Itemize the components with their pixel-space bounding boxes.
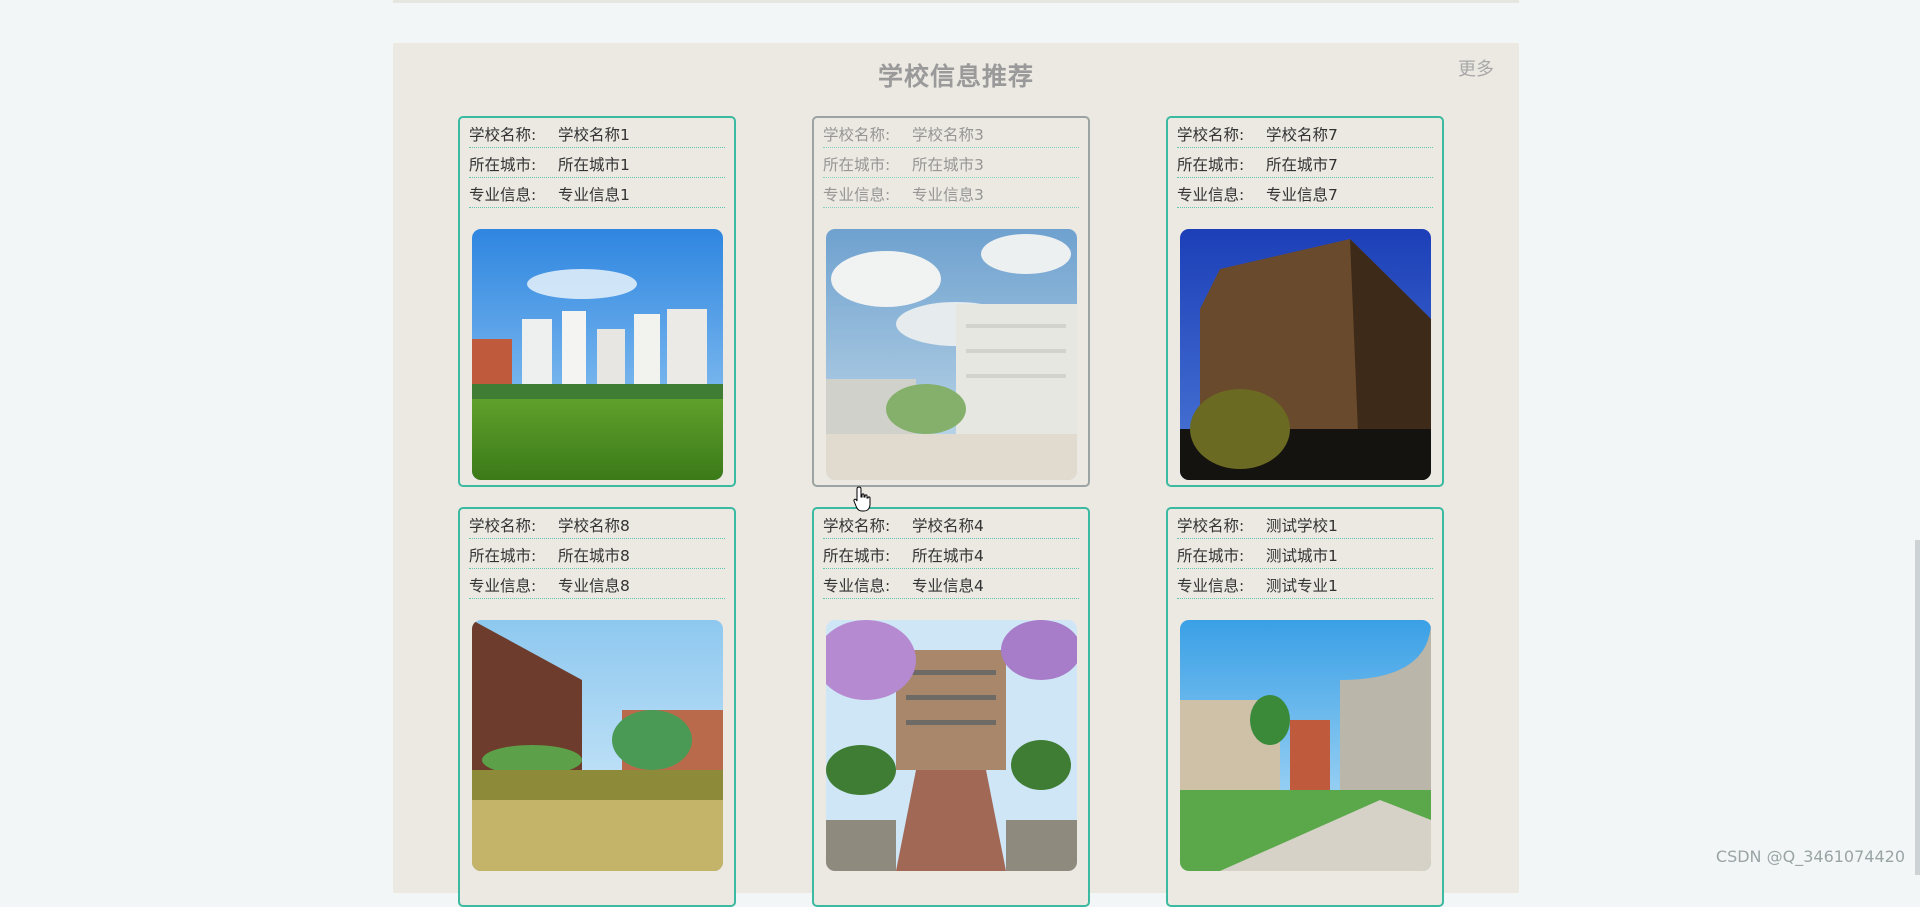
school-name: 学校名称8: [558, 517, 630, 535]
field-label: 学校名称:: [823, 509, 912, 543]
field-label: 专业信息:: [1177, 569, 1266, 603]
hand-cursor-icon: [853, 486, 873, 512]
major-row: 专业信息:专业信息4: [823, 569, 1079, 599]
more-link[interactable]: 更多: [1458, 55, 1494, 81]
school-card[interactable]: 学校名称:学校名称7 所在城市:所在城市7 专业信息:专业信息7: [1166, 116, 1444, 487]
field-label: 学校名称:: [469, 509, 558, 543]
school-photo[interactable]: [472, 229, 723, 480]
school-name-row: 学校名称:学校名称1: [469, 118, 725, 148]
major-row: 专业信息:专业信息8: [469, 569, 725, 599]
school-name: 学校名称7: [1266, 126, 1338, 144]
school-name: 测试学校1: [1266, 517, 1338, 535]
school-name: 学校名称3: [912, 126, 984, 144]
city-value: 测试城市1: [1266, 547, 1338, 565]
school-card[interactable]: 学校名称:测试学校1 所在城市:测试城市1 专业信息:测试专业1: [1166, 507, 1444, 907]
field-label: 专业信息:: [823, 569, 912, 603]
school-name-row: 学校名称:测试学校1: [1177, 509, 1433, 539]
major-value: 专业信息4: [912, 577, 984, 595]
field-label: 专业信息:: [469, 569, 558, 603]
field-label: 所在城市:: [823, 539, 912, 573]
school-recommend-section: 学校信息推荐 更多 学校名称:学校名称1 所在城市:所在城市1 专业信息:专业信…: [393, 43, 1519, 893]
school-name-row: 学校名称:学校名称4: [823, 509, 1079, 539]
field-label: 专业信息:: [1177, 178, 1266, 212]
city-value: 所在城市8: [558, 547, 630, 565]
city-value: 所在城市4: [912, 547, 984, 565]
major-row: 专业信息:专业信息7: [1177, 178, 1433, 208]
field-label: 学校名称:: [1177, 509, 1266, 543]
major-row: 专业信息:专业信息1: [469, 178, 725, 208]
school-card[interactable]: 学校名称:学校名称1 所在城市:所在城市1 专业信息:专业信息1: [458, 116, 736, 487]
field-label: 学校名称:: [823, 118, 912, 152]
city-row: 所在城市:所在城市8: [469, 539, 725, 569]
school-photo[interactable]: [472, 620, 723, 871]
top-divider: [393, 0, 1519, 3]
city-row: 所在城市:所在城市1: [469, 148, 725, 178]
school-photo[interactable]: [1180, 229, 1431, 480]
school-photo[interactable]: [826, 620, 1077, 871]
city-row: 所在城市:所在城市3: [823, 148, 1079, 178]
school-name: 学校名称4: [912, 517, 984, 535]
school-name-row: 学校名称:学校名称8: [469, 509, 725, 539]
watermark: CSDN @Q_3461074420: [1716, 847, 1905, 866]
school-name-row: 学校名称:学校名称3: [823, 118, 1079, 148]
city-value: 所在城市7: [1266, 156, 1338, 174]
city-row: 所在城市:测试城市1: [1177, 539, 1433, 569]
field-label: 专业信息:: [823, 178, 912, 212]
major-row: 专业信息:专业信息3: [823, 178, 1079, 208]
field-label: 学校名称:: [1177, 118, 1266, 152]
major-value: 测试专业1: [1266, 577, 1338, 595]
scrollbar[interactable]: [1915, 540, 1920, 875]
city-row: 所在城市:所在城市4: [823, 539, 1079, 569]
city-row: 所在城市:所在城市7: [1177, 148, 1433, 178]
school-card[interactable]: 学校名称:学校名称3 所在城市:所在城市3 专业信息:专业信息3: [812, 116, 1090, 487]
section-title: 学校信息推荐: [393, 57, 1519, 93]
city-value: 所在城市3: [912, 156, 984, 174]
major-value: 专业信息7: [1266, 186, 1338, 204]
school-name: 学校名称1: [558, 126, 630, 144]
major-value: 专业信息3: [912, 186, 984, 204]
major-value: 专业信息1: [558, 186, 630, 204]
school-photo[interactable]: [1180, 620, 1431, 871]
school-name-row: 学校名称:学校名称7: [1177, 118, 1433, 148]
school-card[interactable]: 学校名称:学校名称8 所在城市:所在城市8 专业信息:专业信息8: [458, 507, 736, 907]
field-label: 所在城市:: [1177, 148, 1266, 182]
field-label: 所在城市:: [1177, 539, 1266, 573]
field-label: 所在城市:: [469, 539, 558, 573]
field-label: 所在城市:: [823, 148, 912, 182]
school-card[interactable]: 学校名称:学校名称4 所在城市:所在城市4 专业信息:专业信息4: [812, 507, 1090, 907]
field-label: 专业信息:: [469, 178, 558, 212]
major-value: 专业信息8: [558, 577, 630, 595]
city-value: 所在城市1: [558, 156, 630, 174]
major-row: 专业信息:测试专业1: [1177, 569, 1433, 599]
field-label: 所在城市:: [469, 148, 558, 182]
field-label: 学校名称:: [469, 118, 558, 152]
school-photo[interactable]: [826, 229, 1077, 480]
